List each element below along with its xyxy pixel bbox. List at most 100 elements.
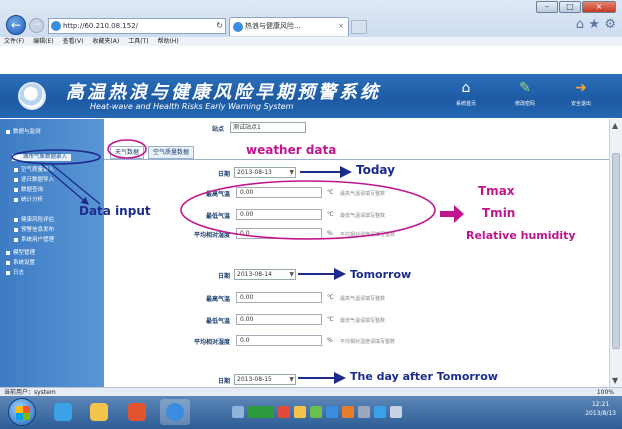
sidebar-item-log[interactable]: 日志 — [6, 270, 24, 277]
taskbar: 12:21 2013/8/13 — [0, 396, 622, 429]
sidebar-item-label: 数据与监测 — [13, 129, 41, 135]
bullet-icon — [6, 129, 10, 134]
date-label: 日期 — [217, 378, 230, 385]
tray-icon[interactable] — [278, 406, 290, 418]
app-title: 高温热浪与健康风险早期预警系统 — [66, 82, 381, 103]
close-button[interactable]: × — [582, 1, 616, 13]
annotation-tmax: Tmax — [478, 184, 515, 198]
password-icon: ✎ — [519, 80, 531, 96]
station-label: 站点 — [212, 126, 225, 133]
sidebar-item-label: 系统设置 — [13, 260, 36, 266]
sidebar-item-air-quality[interactable]: 空气质量录入 — [14, 167, 54, 174]
annotation-day-after-tomorrow: The day after Tomorrow — [350, 370, 498, 383]
taskbar-app-qq[interactable] — [48, 399, 78, 425]
tray-icon[interactable] — [310, 406, 322, 418]
scroll-down-icon[interactable]: ▼ — [612, 376, 618, 385]
menu-help[interactable]: 帮助(H) — [158, 37, 179, 46]
menu-tools[interactable]: 工具(T) — [128, 37, 148, 46]
scroll-up-icon[interactable]: ▲ — [612, 121, 618, 130]
tab-close-icon[interactable]: × — [338, 18, 344, 35]
sidebar-item-query[interactable]: 数据查询 — [14, 187, 43, 194]
tab-air-quality-data[interactable]: 空气质量数据 — [148, 146, 195, 159]
minimize-button[interactable]: – — [536, 1, 558, 13]
tmax-input-today[interactable]: 0.00 — [236, 187, 322, 198]
ie-icon — [233, 22, 243, 32]
sidebar-item-settings[interactable]: 系统设置 — [6, 260, 35, 267]
tmax-hint: 最高气温请填写整数 — [340, 296, 386, 302]
sidebar-item-models[interactable]: 模型管理 — [6, 250, 35, 257]
back-button[interactable]: ← — [6, 15, 26, 35]
app-header: 高温热浪与健康风险早期预警系统 Heat-wave and Health Ris… — [0, 74, 622, 118]
date-select-day-after[interactable]: 2013-08-15 ▼ — [234, 374, 296, 385]
rh-input-tomorrow[interactable]: 0.0 — [236, 335, 322, 346]
taskbar-app-explorer[interactable] — [84, 399, 114, 425]
scroll-thumb[interactable] — [612, 153, 620, 349]
window-controls: – □ × — [536, 1, 616, 13]
ie-icon — [166, 403, 184, 421]
date-value: 2013-08-15 — [237, 376, 272, 383]
sidebar-item-warning[interactable]: 预警信息发布 — [14, 227, 54, 234]
header-home-button[interactable]: ⌂ 系统首页 — [449, 80, 483, 107]
tray-icon[interactable] — [326, 406, 338, 418]
windows-logo-icon — [16, 406, 30, 420]
tab-weather-data[interactable]: 天气数据 — [110, 146, 145, 159]
refresh-icon[interactable]: ↻ — [216, 19, 223, 33]
header-exit-button[interactable]: ➜ 安全退出 — [564, 80, 598, 107]
start-button[interactable] — [8, 398, 36, 426]
home-icon[interactable]: ⌂ — [576, 17, 584, 32]
sidebar-item-statistics[interactable]: 统计分析 — [14, 197, 43, 204]
tray-icon[interactable] — [358, 406, 370, 418]
header-password-button[interactable]: ✎ 修改密码 — [508, 80, 542, 107]
new-tab-button[interactable] — [351, 20, 367, 34]
scrollbar[interactable]: ▲ ▼ — [609, 119, 622, 387]
sidebar-item-daily-import[interactable]: 逐日数据导入 — [14, 177, 54, 184]
tmax-label: 最高气温 — [205, 296, 230, 303]
bullet-icon — [6, 270, 10, 275]
tray-icon[interactable] — [232, 406, 244, 418]
menu-file[interactable]: 文件(F) — [4, 37, 24, 46]
sidebar-item-label: 系统用户管理 — [21, 237, 55, 243]
volume-icon[interactable] — [390, 406, 402, 418]
date-select-tomorrow[interactable]: 2013-08-14 ▼ — [234, 269, 296, 280]
clock[interactable]: 12:21 2013/8/13 — [585, 400, 616, 418]
tmin-input-today[interactable]: 0.00 — [236, 209, 322, 220]
tray-icon[interactable] — [294, 406, 306, 418]
browser-tab-label: 热浪与健康风险... — [245, 22, 301, 30]
tmin-hint: 最低气温请填写整数 — [340, 318, 386, 324]
unit-celsius: ℃ — [327, 211, 334, 218]
sidebar-item-weather-input[interactable]: 城市气象数据录入 — [12, 154, 72, 161]
unit-percent: % — [327, 230, 333, 237]
date-select-today[interactable]: 2013-08-13 ▼ — [234, 167, 296, 178]
browser-tab[interactable]: 热浪与健康风险... × — [229, 17, 349, 36]
taskbar-app-ie[interactable] — [160, 399, 190, 425]
tray-icon[interactable] — [248, 406, 274, 418]
tmin-input-tomorrow[interactable]: 0.00 — [236, 314, 322, 325]
rh-input-today[interactable]: 0.0 — [236, 228, 322, 239]
maximize-button[interactable]: □ — [559, 1, 581, 13]
tray-icon[interactable] — [374, 406, 386, 418]
menu-view[interactable]: 查看(V) — [63, 37, 84, 46]
menu-favorites[interactable]: 收藏夹(A) — [92, 37, 119, 46]
annotation-weather-data: weather data — [246, 143, 337, 157]
star-icon[interactable]: ★ — [588, 17, 600, 32]
sidebar-item-risk[interactable]: 健康风险评估 — [14, 217, 54, 224]
tmax-input-tomorrow[interactable]: 0.00 — [236, 292, 322, 303]
date-label: 日期 — [217, 171, 230, 178]
sidebar-item-users[interactable]: 系统用户管理 — [14, 237, 54, 244]
qq-icon — [54, 403, 72, 421]
taskbar-app-media[interactable] — [122, 399, 152, 425]
date-value: 2013-08-14 — [237, 271, 272, 278]
sidebar-item-label: 逐日数据导入 — [21, 177, 55, 183]
annotation-tomorrow: Tomorrow — [350, 268, 412, 281]
tmax-hint: 最高气温请填写整数 — [340, 191, 386, 197]
bullet-icon — [6, 260, 10, 265]
tray-icon[interactable] — [342, 406, 354, 418]
forward-button[interactable]: → — [29, 18, 44, 33]
station-input[interactable]: 测试站点1 — [230, 122, 306, 133]
gear-icon[interactable]: ⚙ — [604, 17, 616, 32]
bullet-icon — [14, 197, 18, 202]
sidebar-item-data-monitoring[interactable]: 数据与监测 — [6, 129, 41, 136]
address-bar[interactable]: http://60.210.08.152/ ↻ — [48, 18, 226, 34]
app-subtitle: Heat-wave and Health Risks Early Warning… — [90, 102, 294, 111]
menu-edit[interactable]: 编辑(E) — [33, 37, 53, 46]
